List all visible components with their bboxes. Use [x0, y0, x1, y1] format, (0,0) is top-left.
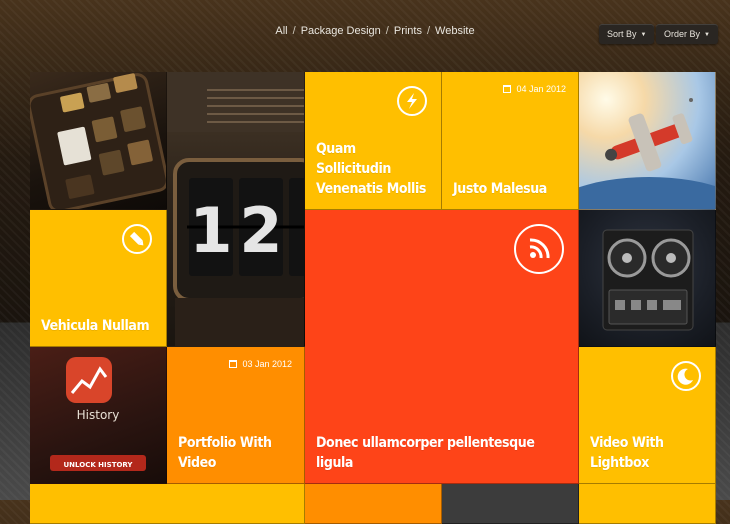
- airplane-image: [579, 98, 715, 209]
- tile-row4-yellow-right[interactable]: [579, 484, 716, 524]
- tile-video[interactable]: Video With Lightbox: [579, 347, 716, 484]
- clock-digit: 1: [189, 194, 232, 267]
- date-text: 03 Jan 2012: [242, 359, 292, 369]
- history-app-thumbnail[interactable]: History UNLOCK HISTORY: [30, 347, 167, 484]
- tile-title: Vehicula Nullam: [41, 318, 150, 334]
- caret-down-icon: ▼: [704, 32, 710, 38]
- caret-down-icon: ▼: [640, 32, 647, 38]
- post-date: 03 Jan 2012: [229, 359, 292, 369]
- lightning-icon: [397, 86, 427, 116]
- sort-by-dropdown[interactable]: Sort By ▼: [599, 24, 655, 44]
- filter-prints[interactable]: Prints: [394, 25, 422, 37]
- moon-icon: [671, 361, 701, 391]
- history-heading: History: [77, 408, 120, 422]
- tape-recorder-image: [602, 229, 694, 331]
- filter-website[interactable]: Website: [435, 25, 475, 37]
- filter-separator: /: [385, 25, 389, 37]
- rss-icon: [514, 224, 564, 274]
- clock-digit: 2: [239, 194, 282, 267]
- tile-title: Portfolio With Video: [178, 435, 272, 471]
- filter-separator: /: [426, 25, 431, 37]
- portfolio-grid: 1 2 Quam Sollicitudin Venenatis Mollis 0…: [30, 72, 716, 524]
- date-text: 04 Jan 2012: [516, 84, 566, 94]
- flip-clock-image: 1 2: [167, 72, 304, 346]
- unlock-history-button: UNLOCK HISTORY: [63, 461, 133, 469]
- tile-title: Donec ullamcorper pellentesque ligula: [316, 435, 535, 471]
- tile-title: Justo Malesua: [453, 181, 547, 197]
- order-by-label: Order By: [664, 29, 701, 39]
- game-ui-thumbnail[interactable]: [30, 72, 167, 210]
- airplane-thumbnail[interactable]: [579, 72, 716, 210]
- order-by-dropdown[interactable]: Order By ▼: [656, 24, 718, 44]
- tile-row4-photo[interactable]: [442, 484, 579, 524]
- filter-all[interactable]: All: [275, 25, 287, 37]
- tile-title: Quam Sollicitudin Venenatis Mollis: [316, 141, 426, 197]
- pencil-icon: [122, 224, 152, 254]
- tile-row4-yellow[interactable]: [30, 484, 305, 524]
- filter-package-design[interactable]: Package Design: [301, 25, 381, 37]
- flip-clock-thumbnail[interactable]: 1 2: [167, 72, 305, 347]
- tile-justo[interactable]: 04 Jan 2012 Justo Malesua: [442, 72, 579, 210]
- tile-title: Video With Lightbox: [590, 435, 664, 471]
- tile-donec[interactable]: Donec ullamcorper pellentesque ligula: [305, 210, 579, 484]
- post-date: 04 Jan 2012: [503, 84, 566, 94]
- tile-portfolio[interactable]: 03 Jan 2012 Portfolio With Video: [167, 347, 305, 484]
- tile-quam[interactable]: Quam Sollicitudin Venenatis Mollis: [305, 72, 442, 210]
- history-app-image: History UNLOCK HISTORY: [50, 357, 146, 471]
- tile-row4-orange[interactable]: [305, 484, 442, 524]
- calendar-icon: [229, 360, 238, 368]
- tile-vehicula[interactable]: Vehicula Nullam: [30, 210, 167, 347]
- game-ui-image: [30, 73, 166, 209]
- tape-recorder-thumbnail[interactable]: [579, 210, 716, 347]
- filter-separator: /: [292, 25, 296, 37]
- sort-by-label: Sort By: [607, 29, 637, 39]
- calendar-icon: [503, 85, 512, 93]
